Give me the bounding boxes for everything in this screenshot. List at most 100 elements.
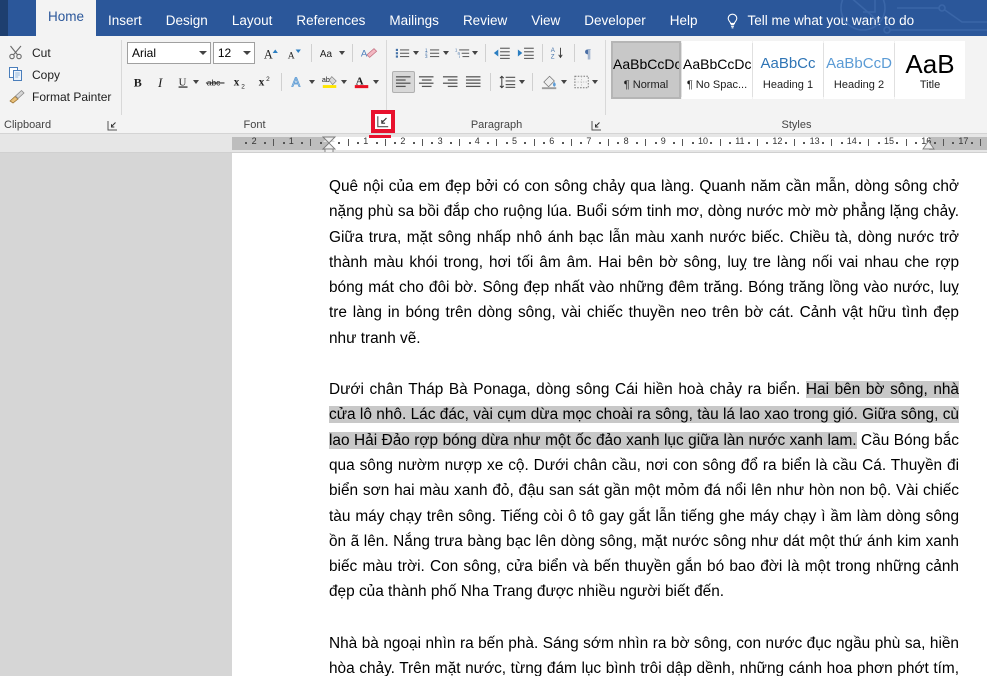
clear-formatting-button[interactable]: A — [357, 42, 382, 64]
ruler-label-13: 13 — [809, 136, 820, 146]
toolbar-divider — [574, 43, 575, 62]
toolbar-divider — [485, 43, 487, 62]
style-name: ¶ No Spac... — [686, 79, 748, 91]
decrease-indent-button[interactable] — [490, 42, 514, 64]
tab-design[interactable]: Design — [154, 6, 220, 36]
ruler-tick — [831, 139, 833, 146]
style-heading-2[interactable]: AaBbCcD Heading 2 — [824, 41, 894, 99]
increase-indent-button[interactable] — [514, 42, 538, 64]
text-effects-button[interactable]: A — [286, 71, 318, 93]
borders-button[interactable] — [570, 71, 601, 93]
ruler-dot — [505, 142, 508, 144]
tab-help[interactable]: Help — [658, 6, 710, 36]
clipboard-item-label: Cut — [32, 46, 51, 60]
svg-text:¶: ¶ — [585, 46, 591, 61]
show-formatting-marks-button[interactable]: ¶ — [579, 42, 601, 64]
style-no-spac[interactable]: AaBbCcDc ¶ No Spac... — [682, 41, 752, 99]
ruler-dot — [580, 142, 583, 144]
scissors-icon — [8, 44, 28, 62]
cut-button[interactable]: Cut — [5, 42, 117, 64]
paragraph-group-caption: Paragraph — [470, 119, 523, 131]
bullets-button[interactable] — [392, 42, 422, 64]
ruler-dot — [803, 142, 806, 144]
tab-developer[interactable]: Developer — [572, 6, 658, 36]
right-indent-marker[interactable] — [922, 140, 935, 150]
font-size-combobox[interactable]: 12 — [212, 41, 255, 64]
strikethrough-button[interactable]: abc — [202, 71, 228, 93]
document-body[interactable]: Quê nội của em đẹp bởi có con sông chảy … — [232, 153, 987, 676]
sort-button[interactable]: A Z — [546, 42, 570, 64]
tell-me-search[interactable]: Tell me what you want to do — [724, 6, 914, 36]
tab-home[interactable]: Home — [36, 0, 97, 36]
ruler-dot — [635, 142, 638, 144]
ruler-tick — [422, 139, 423, 146]
subscript-button[interactable]: x 2 — [228, 71, 253, 93]
toolbar-divider — [489, 72, 491, 91]
italic-button[interactable]: I — [150, 71, 172, 93]
document-page[interactable]: Quê nội của em đẹp bởi có con sông chảy … — [232, 153, 987, 676]
ruler-tick — [347, 139, 349, 146]
toolbar-divider — [531, 72, 533, 91]
ruler-dot — [394, 142, 397, 144]
align-right-button[interactable] — [439, 71, 462, 93]
superscript-button[interactable]: x 2 — [253, 71, 278, 93]
left-indent-marker[interactable] — [322, 136, 336, 153]
justify-button[interactable] — [462, 71, 485, 93]
style-name: Title — [919, 79, 941, 91]
numbering-button[interactable]: 123 — [422, 42, 452, 64]
tab-layout[interactable]: Layout — [220, 6, 285, 36]
grow-font-button[interactable]: A — [260, 42, 284, 64]
tab-bar-left-spacer — [8, 0, 36, 36]
shading-button[interactable] — [537, 71, 570, 93]
font-dialog-launcher[interactable] — [375, 114, 391, 129]
svg-text:A: A — [361, 48, 368, 59]
clipboard-dialog-launcher[interactable] — [106, 119, 119, 132]
paragraph-dialog-launcher[interactable] — [590, 119, 603, 132]
horizontal-ruler[interactable]: 2 1 1 2 3 4 5 6 7 8 9 10 11 12 13 14 15 16 17 — [0, 134, 987, 153]
chevron-down-icon — [472, 50, 479, 55]
ruler-dot — [617, 142, 620, 144]
ruler-dot — [970, 142, 973, 144]
toolbar-divider — [310, 43, 312, 62]
ruler-red-mark — [369, 135, 391, 138]
text-run: Nhà bà ngoại nhìn ra bến phà. Sáng sớm n… — [329, 634, 959, 676]
svg-text:x: x — [258, 76, 264, 88]
font-color-button[interactable]: A — [350, 71, 382, 93]
ruler-tick — [533, 139, 535, 146]
tab-references[interactable]: References — [284, 6, 377, 36]
toolbar-divider — [281, 72, 283, 91]
tab-review[interactable]: Review — [451, 6, 519, 36]
style-heading-1[interactable]: AaBbCc Heading 1 — [753, 41, 823, 99]
ruler-dot — [840, 142, 843, 144]
shrink-font-button[interactable]: A — [283, 42, 307, 64]
chevron-down-icon — [192, 79, 199, 84]
style-preview: AaBbCcD — [826, 55, 892, 72]
ruler-dot — [412, 142, 415, 144]
text-highlight-color-button[interactable]: ab — [318, 71, 350, 93]
document-paragraph[interactable]: Quê nội của em đẹp bởi có con sông chảy … — [329, 174, 959, 351]
style-preview: AaBbCc — [760, 55, 816, 72]
document-paragraph[interactable]: Nhà bà ngoại nhìn ra bến phà. Sáng sớm n… — [329, 631, 959, 676]
align-center-button[interactable] — [415, 71, 438, 93]
underline-button[interactable]: U — [172, 71, 202, 93]
clipboard-item-label: Format Painter — [32, 90, 112, 104]
format-painter-button[interactable]: Format Painter — [5, 86, 117, 108]
font-name-combobox[interactable]: Arial — [127, 41, 211, 64]
align-left-button[interactable] — [392, 70, 416, 93]
tab-mailings[interactable]: Mailings — [377, 6, 451, 36]
copy-button[interactable]: Copy — [5, 64, 117, 86]
change-case-button[interactable]: Aa — [316, 42, 348, 64]
ruler-dot — [728, 142, 731, 144]
multilevel-list-button[interactable]: 1ai — [452, 42, 482, 64]
ruler-tick — [570, 139, 572, 146]
tab-insert[interactable]: Insert — [96, 6, 154, 36]
style-normal[interactable]: AaBbCcDc ¶ Normal — [611, 41, 681, 99]
ruler-dot — [821, 142, 824, 144]
document-paragraph[interactable]: Dưới chân Tháp Bà Ponaga, dòng sông Cái … — [329, 377, 959, 605]
bold-button[interactable]: B — [127, 71, 150, 93]
ruler-label-12: 12 — [772, 136, 783, 146]
ribbon-group-styles: AaBbCcDc ¶ Normal AaBbCcDc ¶ No Spac... AaBb… — [606, 36, 987, 133]
line-spacing-button[interactable] — [495, 71, 528, 93]
tab-view[interactable]: View — [519, 6, 572, 36]
style-title[interactable]: AaB Title — [895, 41, 965, 99]
